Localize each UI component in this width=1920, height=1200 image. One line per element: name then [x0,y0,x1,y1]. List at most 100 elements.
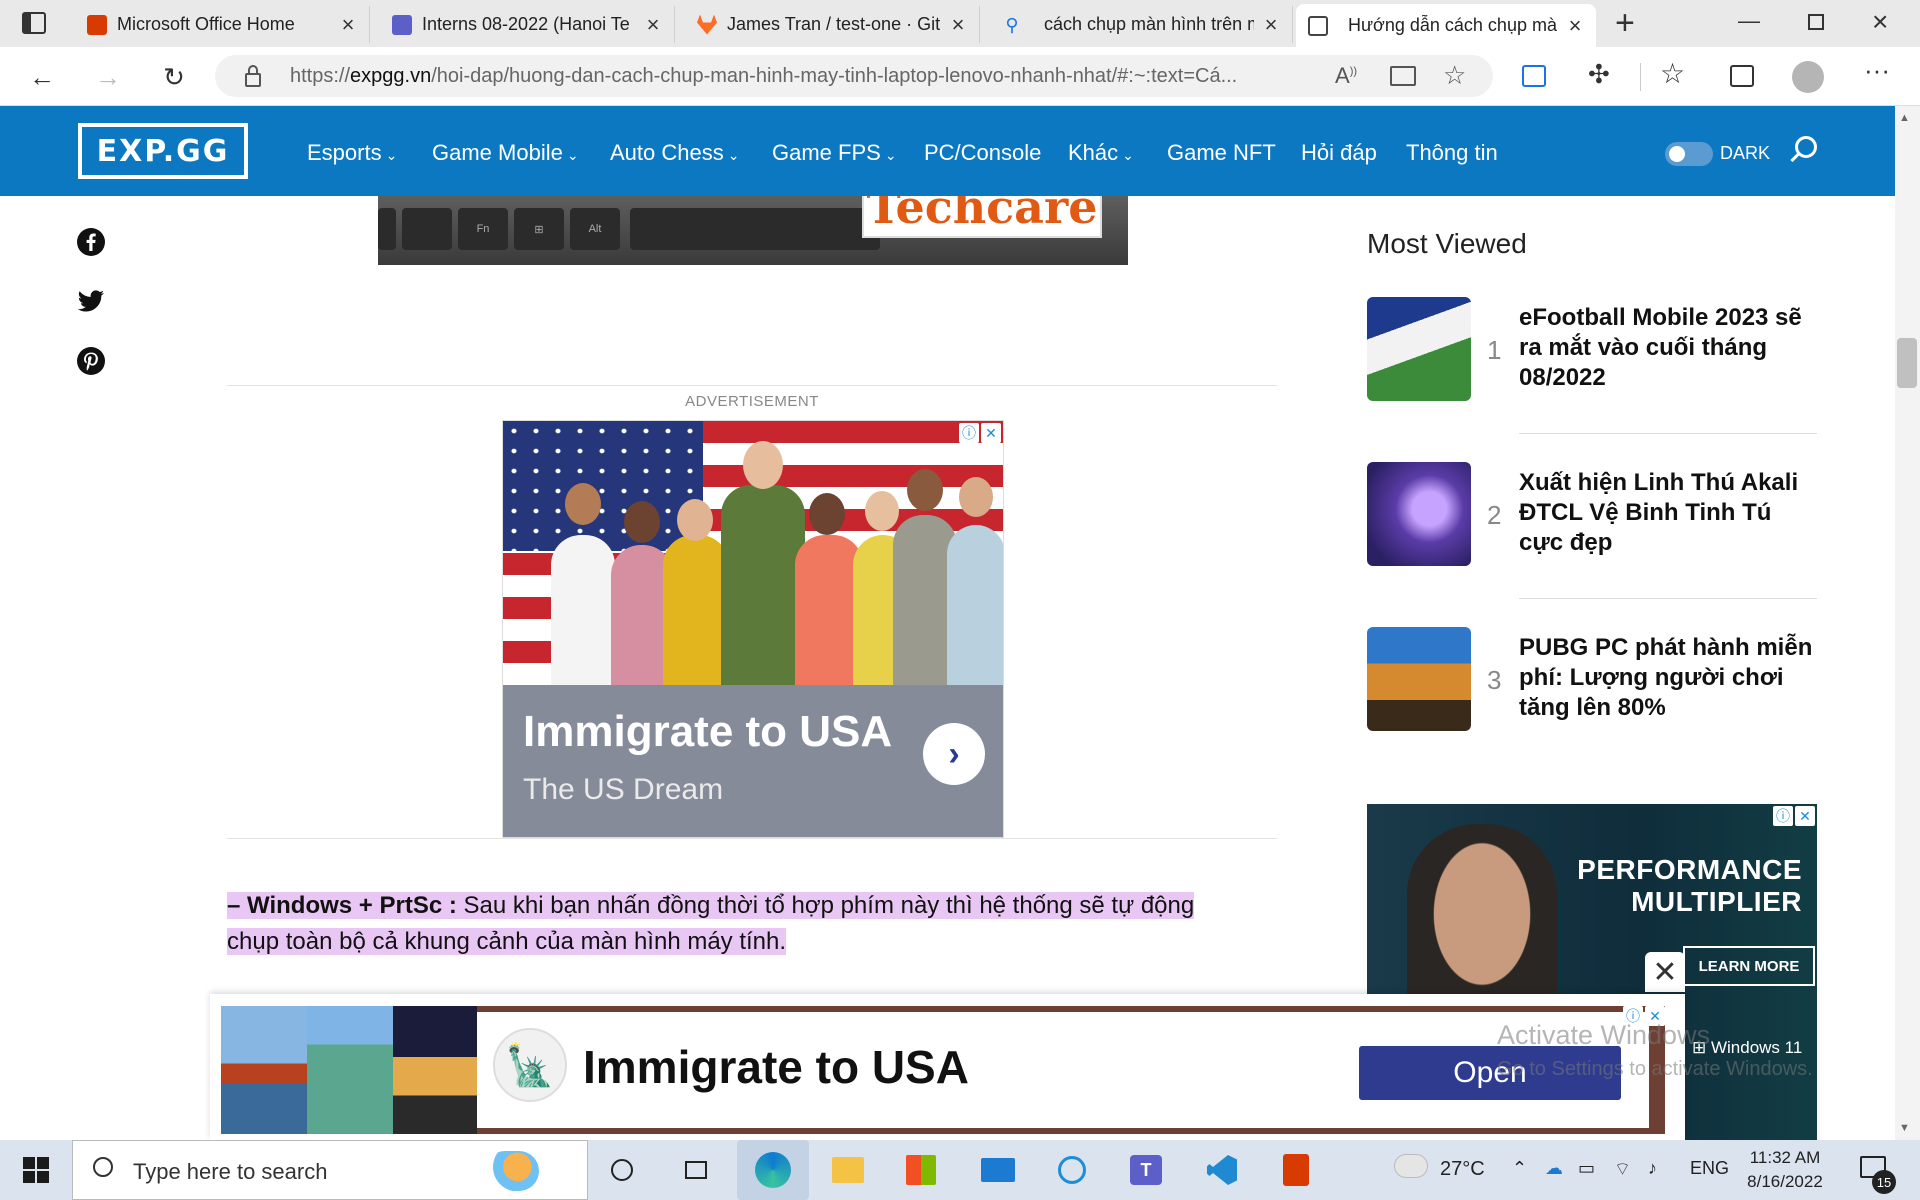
close-tab-icon[interactable]: × [1566,13,1584,39]
keyboard-key: Fn [458,208,508,250]
ad-immigrate-usa[interactable]: ⓘ ✕ Immigrate to USA The US Dream › [502,420,1004,838]
taskbar-clock[interactable]: 11:32 AM 8/16/2022 [1735,1146,1835,1194]
profile-avatar[interactable] [1792,61,1824,93]
language-indicator[interactable]: ENG [1690,1158,1729,1179]
close-tab-icon[interactable]: × [949,12,967,38]
ad-choices[interactable]: ⓘ ✕ [959,423,1001,443]
immersive-reader-icon[interactable] [1390,66,1416,86]
tab-actions-icon[interactable] [22,12,46,34]
ad-choices[interactable]: ⓘ ✕ [1773,806,1815,826]
lock-icon[interactable] [245,73,261,87]
more-menu-icon[interactable]: ··· [1864,55,1890,86]
tab-search[interactable]: ⚲ cách chụp màn hình trên m × [990,6,1293,43]
ad-person [551,535,615,685]
volume-icon[interactable]: ♪ [1648,1158,1657,1179]
ad-label: ADVERTISEMENT [685,393,819,410]
thumbnail-akali[interactable] [1367,462,1471,566]
forward-icon[interactable]: → [90,59,126,95]
back-icon[interactable]: ← [24,59,60,95]
weather-temperature[interactable]: 27°C [1440,1158,1485,1181]
dark-mode-toggle[interactable] [1665,142,1713,166]
tab-active-expgg[interactable]: Hướng dẫn cách chụp mà × [1296,4,1596,47]
menu-game-fps[interactable]: Game FPS ⌄ [772,140,897,166]
menu-label: Thông tin [1406,140,1498,165]
close-tab-icon[interactable]: × [644,12,662,38]
menu-esports[interactable]: Esports ⌄ [307,140,397,166]
extensions-icon[interactable]: ✣ [1588,59,1610,90]
add-favorite-icon[interactable]: ☆ [1443,60,1466,91]
vscode-icon[interactable] [1202,1150,1242,1190]
task-view-icon[interactable] [676,1150,716,1190]
scroll-up-arrow[interactable]: ▲ [1899,112,1910,124]
start-button[interactable] [0,1140,72,1200]
most-viewed-link[interactable]: Xuất hiện Linh Thú Akali ĐTCL Vệ Binh Ti… [1519,468,1819,558]
teams-icon[interactable]: T [1126,1150,1166,1190]
taskbar-search-input[interactable]: Type here to search [72,1140,588,1200]
show-hidden-icons[interactable]: ⌃ [1512,1158,1527,1179]
screen-capture-icon[interactable] [1522,65,1546,87]
most-viewed-link[interactable]: PUBG PC phát hành miễn phí: Lượng người … [1519,633,1819,723]
menu-hoi-dap[interactable]: Hỏi đáp [1301,140,1377,166]
file-explorer-icon[interactable] [828,1150,868,1190]
statue-of-liberty-image [307,1006,393,1134]
scrollbar-track[interactable] [1895,106,1920,1140]
close-icon[interactable]: ✕ [981,423,1001,443]
close-icon[interactable]: ✕ [1645,952,1685,992]
favorites-icon[interactable]: ☆ [1660,57,1685,90]
search-icon [93,1157,113,1177]
menu-label: PC/Console [924,140,1042,165]
most-viewed-item[interactable]: 2 Xuất hiện Linh Thú Akali ĐTCL Vệ Binh … [1367,462,1817,572]
close-window-icon[interactable]: × [1872,6,1888,38]
menu-label: Hỏi đáp [1301,140,1377,165]
pinterest-icon[interactable] [76,346,106,376]
menu-game-nft[interactable]: Game NFT [1167,140,1276,166]
browser-toolbar: ← → ↻ https://expgg.vn/hoi-dap/huong-dan… [0,47,1920,106]
tab-office[interactable]: Microsoft Office Home × [75,6,370,43]
info-icon[interactable]: ⓘ [1773,806,1793,826]
scroll-down-arrow[interactable]: ▼ [1899,1122,1910,1134]
site-logo[interactable]: EXP.GG [78,123,248,179]
ad-person [721,485,805,685]
search-app-icon[interactable] [1052,1150,1092,1190]
microsoft-store-icon[interactable] [901,1150,941,1190]
restore-icon[interactable] [1808,14,1824,30]
edge-icon[interactable] [737,1140,809,1200]
new-tab-icon[interactable]: + [1615,4,1635,43]
menu-auto-chess[interactable]: Auto Chess ⌄ [610,140,739,166]
tab-gitlab[interactable]: James Tran / test-one · Git × [685,6,980,43]
close-tab-icon[interactable]: × [1262,12,1280,38]
scrollbar-thumb[interactable] [1897,338,1917,388]
weather-icon[interactable] [1394,1154,1428,1178]
most-viewed-link[interactable]: eFootball Mobile 2023 sẽ ra mắt vào cuối… [1519,303,1819,393]
cortana-icon[interactable] [602,1150,642,1190]
most-viewed-item[interactable]: 1 eFootball Mobile 2023 sẽ ra mắt vào cu… [1367,297,1817,407]
office-icon[interactable] [1276,1150,1316,1190]
learn-more-button[interactable]: LEARN MORE [1683,946,1815,986]
battery-icon[interactable]: ▭ [1578,1158,1595,1179]
refresh-icon[interactable]: ↻ [156,59,192,95]
url-text[interactable]: https://expgg.vn/hoi-dap/huong-dan-cach-… [290,65,1330,88]
menu-game-mobile[interactable]: Game Mobile ⌄ [432,140,579,166]
twitter-icon[interactable] [76,287,106,317]
facebook-icon[interactable] [76,227,106,257]
ad-person [663,535,729,685]
info-icon[interactable]: ⓘ [959,423,979,443]
menu-thong-tin[interactable]: Thông tin [1406,140,1498,166]
close-tab-icon[interactable]: × [339,12,357,38]
wifi-icon[interactable]: ⌔ [1614,1158,1631,1181]
thumbnail-pubg[interactable] [1367,627,1471,731]
sticky-ad[interactable]: 🗽 Immigrate to USA Open ⓘ ✕ [210,994,1685,1140]
chevron-right-icon[interactable]: › [923,723,985,785]
tab-teams[interactable]: Interns 08-2022 (Hanoi Te × [380,6,675,43]
minimize-icon[interactable]: — [1738,8,1760,34]
close-icon[interactable]: ✕ [1795,806,1815,826]
collections-icon[interactable] [1730,65,1754,87]
menu-pc-console[interactable]: PC/Console [924,140,1041,166]
most-viewed-item[interactable]: 3 PUBG PC phát hành miễn phí: Lượng ngườ… [1367,627,1817,737]
read-aloud-icon[interactable]: A)) [1335,63,1357,89]
address-bar[interactable]: https://expgg.vn/hoi-dap/huong-dan-cach-… [215,55,1493,97]
mail-icon[interactable] [978,1150,1018,1190]
onedrive-icon[interactable]: ☁ [1545,1158,1563,1179]
thumbnail-efootball[interactable] [1367,297,1471,401]
menu-khac[interactable]: Khác ⌄ [1068,140,1134,166]
